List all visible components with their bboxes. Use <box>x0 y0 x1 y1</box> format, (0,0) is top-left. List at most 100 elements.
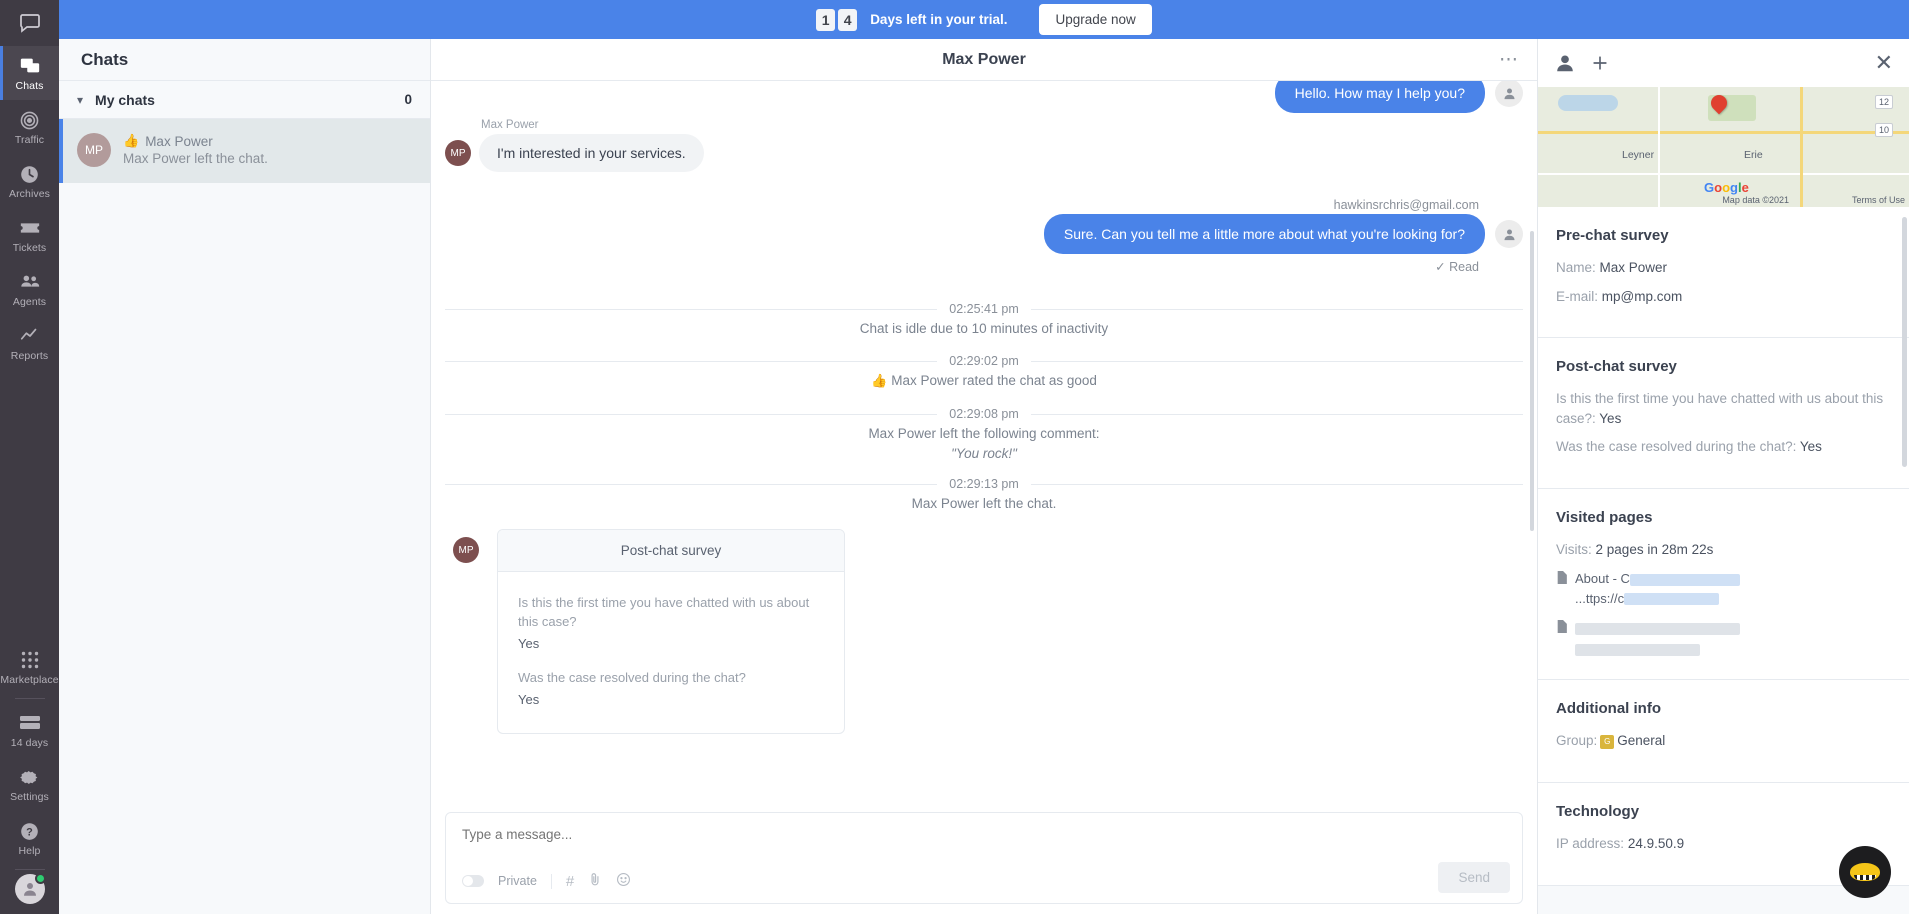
app-logo[interactable] <box>0 0 59 46</box>
detail-value: 24.9.50.9 <box>1627 835 1685 851</box>
message-bubble-outgoing-2: Sure. Can you tell me a little more abou… <box>1043 214 1485 254</box>
thumbs-up-icon: 👍 <box>871 373 888 388</box>
svg-text:?: ? <box>26 826 33 838</box>
visited-page-text: About - C ...ttps://c <box>1575 569 1740 608</box>
card-title: Visited pages <box>1556 508 1653 526</box>
sidebar-item-reports[interactable]: Reports <box>0 316 59 370</box>
sidebar-item-settings[interactable]: Settings <box>0 757 59 811</box>
private-mode-toggle[interactable] <box>462 875 484 887</box>
card-title: Pre-chat survey <box>1556 227 1669 244</box>
system-event-time: 02:29:13 pm <box>949 477 1019 491</box>
message-row-outgoing: Hello. How may I help you? <box>445 81 1523 113</box>
avatar[interactable] <box>14 873 46 904</box>
sidebar-item-label: 14 days <box>10 737 49 749</box>
thread-scrollbar[interactable] <box>1530 121 1534 806</box>
system-event-text: Max Power left the chat. <box>911 496 1057 511</box>
map-road <box>1800 87 1803 207</box>
system-event-4: 02:29:13 pm Max Power left the chat. <box>445 477 1523 511</box>
system-event-time: 02:29:02 pm <box>949 354 1019 368</box>
traffic-icon <box>19 109 41 131</box>
list-item[interactable]: MP 👍 Max Power Max Power left the chat. <box>59 119 430 183</box>
system-event-text: Max Power left the following comment: <box>868 426 1100 441</box>
visited-page-text <box>1575 618 1740 657</box>
map-terms-link[interactable]: Terms of Use <box>1852 195 1905 205</box>
send-button[interactable]: Send <box>1438 862 1510 893</box>
detail-value: Max Power <box>1599 260 1668 275</box>
system-event-divider: 02:29:02 pm <box>445 354 1523 368</box>
chat-list-panel: Chats ▾ My chats 0 MP 👍 Max Power Max Po… <box>59 0 431 914</box>
system-event-2: 02:29:02 pm 👍 Max Power rated the chat as… <box>445 354 1523 389</box>
card-title: Post-chat survey <box>1556 358 1677 376</box>
visited-page-item[interactable] <box>1556 618 1891 657</box>
message-row-incoming: MP I'm interested in your services. <box>445 134 1523 172</box>
avatar <box>1495 81 1523 107</box>
visited-page-url: ...ttps://c <box>1575 590 1625 606</box>
sidebar-item-chats[interactable]: Chats <box>0 46 59 100</box>
thumbs-up-icon: 👍 <box>123 133 140 148</box>
map-road <box>1538 131 1909 134</box>
card-title: Additional info <box>1556 700 1661 718</box>
post-chat-survey-message: MP Post-chat survey Is this the first ti… <box>445 529 1523 734</box>
sidebar-item-label: Archives <box>8 188 51 200</box>
chevron-down-icon[interactable]: ▾ <box>77 93 83 107</box>
message-thread: Hello. How may I help you? Max Power MP … <box>431 81 1537 812</box>
chat-group-my-chats[interactable]: ▾ My chats 0 <box>59 81 430 119</box>
message-bubble-outgoing: Hello. How may I help you? <box>1274 81 1485 113</box>
visitor-location-map[interactable]: Leyner Erie 12 10 Google Map data ©2021 … <box>1538 87 1909 207</box>
upgrade-now-button[interactable]: Upgrade now <box>1039 4 1152 35</box>
map-road <box>1658 87 1660 207</box>
plus-icon[interactable] <box>1590 53 1610 73</box>
bee-widget-icon[interactable] <box>1839 846 1891 898</box>
bee-glyph <box>1850 863 1880 881</box>
divider-line <box>445 308 938 310</box>
survey-answer: Yes <box>518 635 540 651</box>
divider-line <box>445 413 938 415</box>
hash-icon[interactable]: # <box>566 873 574 890</box>
map-data-credit: Map data ©2021 <box>1722 195 1789 205</box>
sidebar-item-trial-days[interactable]: 14 days <box>0 703 59 757</box>
question-icon: ? <box>19 820 41 842</box>
thread-scrollbar-thumb[interactable] <box>1530 231 1534 531</box>
message-read-status: ✓ Read <box>1435 260 1479 274</box>
close-icon[interactable]: ✕ <box>1875 52 1893 74</box>
person-icon[interactable] <box>1554 52 1576 74</box>
more-options-icon[interactable]: ⋯ <box>1499 48 1519 71</box>
sidebar-item-agents[interactable]: Agents <box>0 262 59 316</box>
system-event-rating-row: 👍 Max Power rated the chat as good <box>445 373 1523 389</box>
trial-days-digits: 14 <box>816 8 860 31</box>
message-composer: Private # Send <box>445 812 1523 904</box>
pre-chat-survey-card: Pre-chat survey Name: Max Power E-mail: … <box>1538 207 1909 339</box>
detail-row: Group: G General <box>1556 731 1891 751</box>
detail-key: Group: <box>1556 733 1598 749</box>
map-badge-12: 12 <box>1874 95 1893 109</box>
sidebar-item-label: Chats <box>15 80 44 92</box>
details-scrollbar[interactable] <box>1902 217 1907 467</box>
chat-group-label: My chats <box>95 91 155 108</box>
avatar: MP <box>445 140 471 166</box>
sidebar-item-label: Marketplace <box>0 674 59 686</box>
emoji-icon[interactable] <box>616 872 631 891</box>
trial-banner: 14 Days left in your trial. Upgrade now <box>59 0 1909 39</box>
detail-row: IP address: 24.9.50.9 <box>1556 834 1891 854</box>
sidebar-item-help[interactable]: ? Help <box>0 811 59 865</box>
message-input[interactable] <box>462 827 1506 842</box>
detail-key: IP address: <box>1556 835 1625 851</box>
sidebar-item-traffic[interactable]: Traffic <box>0 100 59 154</box>
map-badge-10: 10 <box>1874 123 1893 137</box>
sidebar-item-label: Settings <box>10 791 49 803</box>
chat-list-title: Chats <box>59 39 430 81</box>
detail-row: Was the case resolved during the chat?: … <box>1556 437 1891 457</box>
rail-divider <box>14 698 45 699</box>
toolbar-divider <box>550 873 552 889</box>
conversation-panel: Max Power ⋯ Hello. How may I help you? M… <box>431 0 1537 914</box>
sidebar-item-marketplace[interactable]: Marketplace <box>0 640 59 694</box>
sidebar-item-archives[interactable]: Archives <box>0 154 59 208</box>
avatar <box>1495 220 1523 248</box>
trial-digit-2: 4 <box>838 8 858 31</box>
visited-page-item[interactable]: About - C ...ttps://c <box>1556 569 1891 608</box>
system-event-time: 02:25:41 pm <box>949 302 1019 316</box>
sidebar-item-label: Reports <box>10 350 49 362</box>
paperclip-icon[interactable] <box>588 871 602 891</box>
survey-answer: Yes <box>518 691 540 707</box>
sidebar-item-tickets[interactable]: Tickets <box>0 208 59 262</box>
